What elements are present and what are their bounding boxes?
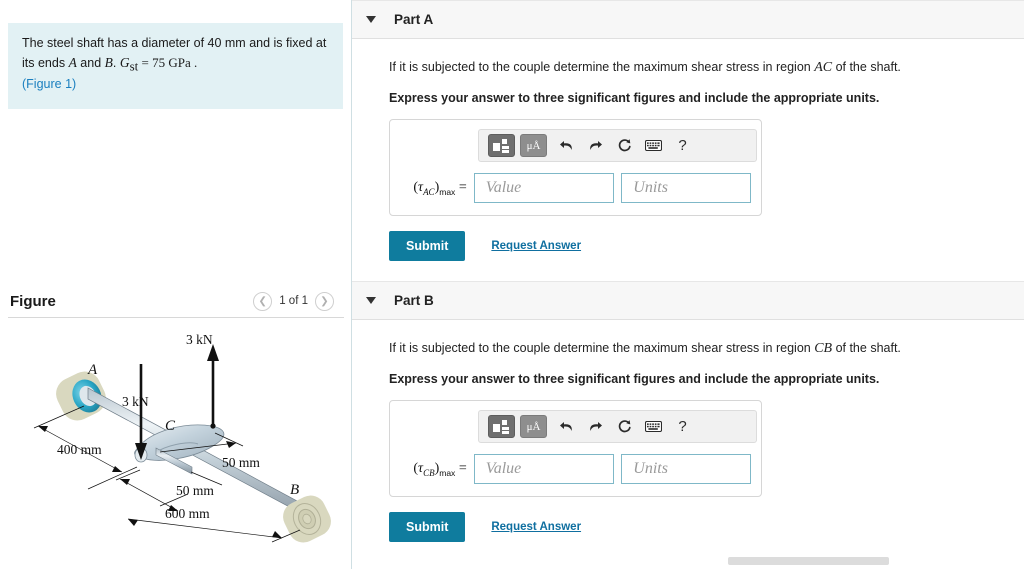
part-a-express-instruction: Express your answer to three significant… [389, 91, 880, 105]
part-a-tau-subscript: AC [423, 186, 435, 197]
force-arrow-right [207, 344, 219, 429]
label-support-b: B [290, 482, 299, 498]
keyboard-icon[interactable] [639, 135, 668, 157]
units-micro-angstrom-icon[interactable]: μÅ [520, 134, 547, 157]
part-a-tau-max: max [439, 186, 456, 197]
part-a-header[interactable]: Part A [352, 0, 1024, 39]
horizontal-scrollbar[interactable] [728, 557, 889, 565]
redo-icon[interactable] [581, 135, 610, 157]
label-support-a: A [87, 362, 98, 378]
homework-page: The steel shaft has a diameter of 40 mm … [0, 0, 1024, 569]
help-icon[interactable]: ? [668, 416, 697, 438]
part-a-region: AC [814, 60, 833, 75]
part-a-prompt-post: of the shaft. [832, 60, 901, 74]
part-b-tau-max: max [439, 467, 456, 478]
figure-header: Figure ❮ 1 of 1 ❯ [0, 286, 352, 316]
shaft-diagram: A B C 3 kN 3 kN 400 mm 50 mm 50 mm 600 m… [0, 322, 352, 569]
chevron-left-icon[interactable]: ❮ [253, 291, 273, 311]
problem-modulus-value: = 75 GPa . [138, 54, 198, 70]
part-b-variable-label: (τCB)max = [413, 460, 467, 478]
label-dim-50-right: 50 mm [222, 455, 260, 470]
part-a-toolbar: μÅ ? [478, 129, 757, 162]
part-b-header[interactable]: Part B [352, 281, 1024, 320]
part-b-answer-row: (τCB)max = Value Units [400, 454, 752, 484]
reset-icon[interactable] [610, 416, 639, 438]
part-a-actions: Submit Request Answer [389, 231, 1024, 261]
figure-counter: 1 of 1 [279, 295, 308, 307]
part-a-equals: = [458, 179, 467, 195]
part-b-body: If it is subjected to the couple determi… [352, 320, 1024, 542]
part-a-answer-row: (τAC)max = Value Units [400, 173, 752, 203]
problem-statement: The steel shaft has a diameter of 40 mm … [8, 23, 343, 110]
force-arrow-left [135, 364, 147, 460]
part-a-variable-label: (τAC)max = [413, 179, 467, 197]
triangle-down-icon[interactable] [366, 297, 376, 304]
part-b-express-instruction: Express your answer to three significant… [389, 372, 880, 386]
part-a-label: Part A [394, 12, 434, 27]
problem-point-b: B [104, 54, 113, 70]
part-a-submit-button[interactable]: Submit [389, 231, 466, 261]
figure-divider [8, 317, 344, 318]
help-icon[interactable]: ? [668, 135, 697, 157]
keyboard-icon[interactable] [639, 416, 668, 438]
label-force-right: 3 kN [186, 332, 213, 347]
label-dim-600: 600 mm [165, 506, 210, 521]
part-b-units-input[interactable]: Units [621, 454, 752, 484]
units-micro-angstrom-icon[interactable]: μÅ [520, 415, 547, 438]
part-a-answer-box: μÅ ? (τAC)max = Value Units [389, 119, 762, 216]
shaft-diagram-svg: A B C 3 kN 3 kN 400 mm 50 mm 50 mm 600 m… [33, 332, 331, 543]
undo-icon[interactable] [552, 416, 581, 438]
chevron-right-icon[interactable]: ❯ [315, 291, 334, 311]
part-b-answer-box: μÅ ? (τCB)max = Value Units [389, 400, 762, 497]
left-panel: The steel shaft has a diameter of 40 mm … [0, 0, 352, 569]
redo-icon[interactable] [581, 416, 610, 438]
part-b-value-input[interactable]: Value [473, 454, 615, 484]
triangle-down-icon[interactable] [366, 16, 376, 23]
part-b-actions: Submit Request Answer [389, 512, 1024, 542]
part-a-body: If it is subjected to the couple determi… [352, 39, 1024, 261]
part-a-units-input[interactable]: Units [621, 173, 752, 203]
problem-conjunction: and [76, 55, 105, 70]
math-template-icon[interactable] [488, 415, 515, 438]
problem-modulus-symbol: G [119, 54, 130, 70]
part-b-prompt: If it is subjected to the couple determi… [389, 338, 1024, 359]
right-panel: Part A If it is subjected to the couple … [352, 0, 1024, 569]
part-a-prompt: If it is subjected to the couple determi… [389, 57, 1024, 78]
figure-navigation: ❮ 1 of 1 ❯ [253, 291, 334, 311]
part-a-prompt-pre: If it is subjected to the couple determi… [389, 60, 815, 74]
label-dim-400: 400 mm [57, 442, 102, 457]
part-b-prompt-pre: If it is subjected to the couple determi… [389, 341, 815, 355]
reset-icon[interactable] [610, 135, 639, 157]
problem-modulus-subscript: st [129, 58, 139, 74]
part-b-label: Part B [394, 293, 434, 308]
label-dim-50-left: 50 mm [176, 483, 214, 498]
label-coupling-c: C [165, 418, 176, 434]
part-a-value-input[interactable]: Value [473, 173, 615, 203]
figure-1-link[interactable]: (Figure 1) [22, 77, 76, 91]
part-b-submit-button[interactable]: Submit [389, 512, 466, 542]
part-b-equals: = [458, 460, 467, 476]
label-force-left: 3 kN [122, 394, 149, 409]
figure-title: Figure [10, 292, 56, 310]
problem-point-a: A [68, 54, 77, 70]
part-b-tau-subscript: CB [423, 467, 435, 478]
undo-icon[interactable] [552, 135, 581, 157]
part-b-prompt-post: of the shaft. [832, 341, 901, 355]
math-template-icon[interactable] [488, 134, 515, 157]
part-b-toolbar: μÅ ? [478, 410, 757, 443]
part-a-request-answer-link[interactable]: Request Answer [491, 240, 581, 252]
part-b-request-answer-link[interactable]: Request Answer [491, 521, 581, 533]
part-b-region: CB [814, 341, 833, 356]
